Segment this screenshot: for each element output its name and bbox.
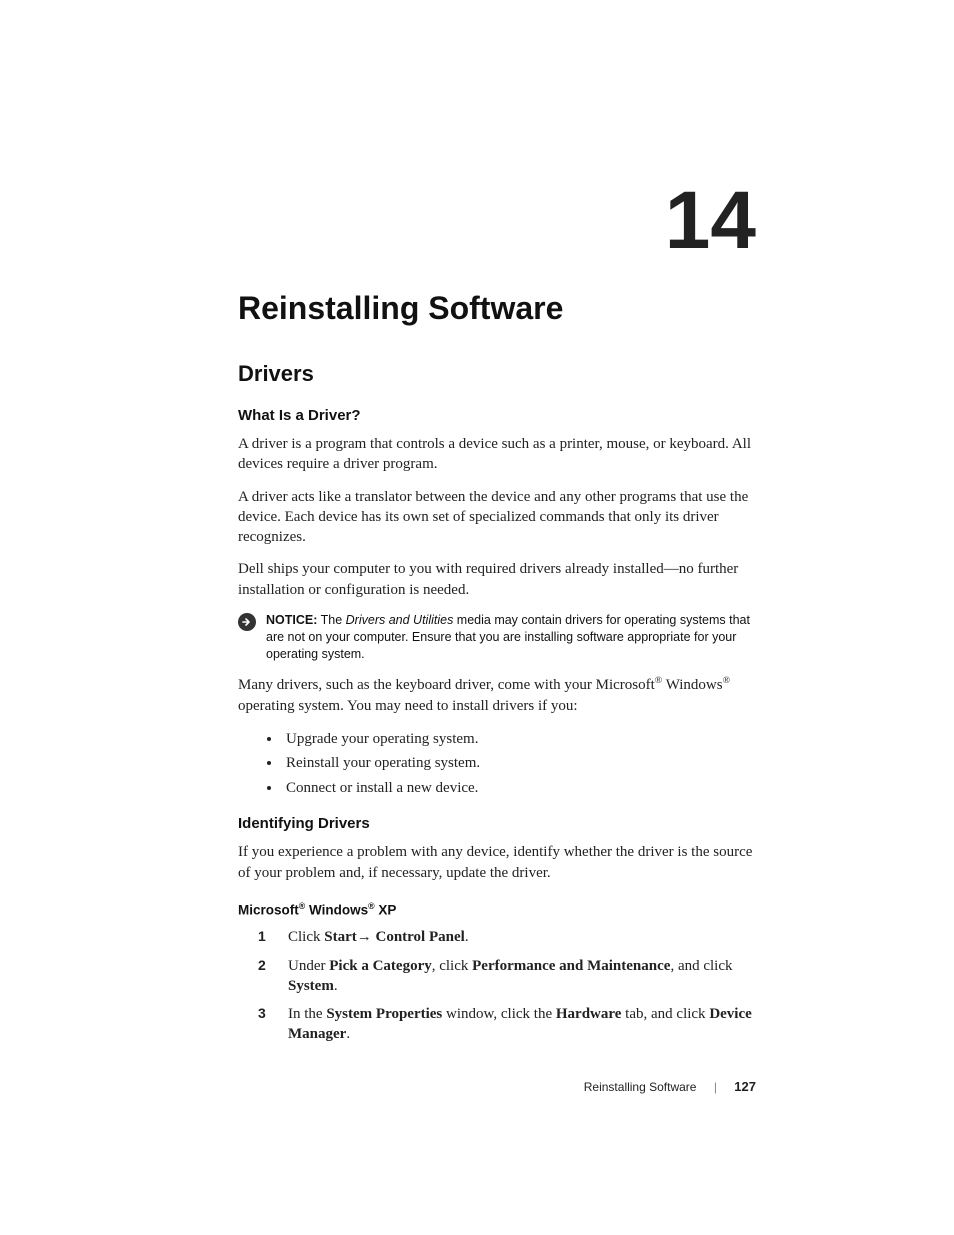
- ui-label: System Properties: [326, 1006, 442, 1022]
- text: XP: [375, 902, 397, 917]
- notice-text-pre: The: [317, 613, 345, 627]
- ui-label: Pick a Category: [329, 958, 431, 974]
- subsection-what-is-driver: What Is a Driver?: [238, 407, 756, 424]
- chapter-number: 14: [238, 180, 756, 262]
- notice-label: NOTICE:: [266, 613, 317, 627]
- text: .: [465, 929, 469, 945]
- step-item: In the System Properties window, click t…: [278, 1004, 756, 1045]
- ui-label: Performance and Maintenance: [472, 958, 670, 974]
- step-item: Under Pick a Category, click Performance…: [278, 956, 756, 997]
- page-footer: Reinstalling Software | 127: [238, 1079, 756, 1094]
- paragraph: A driver is a program that controls a de…: [238, 434, 756, 475]
- text: operating system. You may need to instal…: [238, 698, 578, 714]
- paragraph: Dell ships your computer to you with req…: [238, 559, 756, 600]
- arrow: →: [357, 929, 372, 945]
- text: Under: [288, 958, 329, 974]
- footer-section-name: Reinstalling Software: [584, 1080, 697, 1094]
- text: tab, and click: [621, 1006, 709, 1022]
- notice-text-italic: Drivers and Utilities: [346, 613, 454, 627]
- text: .: [334, 978, 338, 994]
- notice-block: NOTICE: The Drivers and Utilities media …: [238, 612, 756, 663]
- text: , click: [432, 958, 472, 974]
- text: .: [346, 1026, 350, 1042]
- os-heading-windows-xp: Microsoft® Windows® XP: [238, 901, 756, 918]
- text: window, click the: [442, 1006, 556, 1022]
- list-item: Reinstall your operating system.: [282, 752, 756, 775]
- ui-label: Hardware: [556, 1006, 622, 1022]
- list-item: Connect or install a new device.: [282, 777, 756, 800]
- text: Click: [288, 929, 324, 945]
- chapter-title: Reinstalling Software: [238, 290, 756, 327]
- bullet-list: Upgrade your operating system. Reinstall…: [238, 728, 756, 800]
- section-title-drivers: Drivers: [238, 361, 756, 387]
- step-item: Click Start→ Control Panel.: [278, 927, 756, 947]
- numbered-steps: Click Start→ Control Panel. Under Pick a…: [238, 927, 756, 1044]
- subsection-identifying-drivers: Identifying Drivers: [238, 815, 756, 832]
- paragraph: A driver acts like a translator between …: [238, 487, 756, 548]
- paragraph: Many drivers, such as the keyboard drive…: [238, 674, 756, 716]
- page-number: 127: [734, 1079, 756, 1094]
- paragraph: If you experience a problem with any dev…: [238, 842, 756, 883]
- text: Windows: [305, 902, 368, 917]
- text: Many drivers, such as the keyboard drive…: [238, 677, 655, 693]
- text: Microsoft: [238, 902, 299, 917]
- notice-arrow-icon: [238, 613, 256, 631]
- notice-text: NOTICE: The Drivers and Utilities media …: [266, 612, 756, 663]
- list-item: Upgrade your operating system.: [282, 728, 756, 751]
- text: Windows: [662, 677, 722, 693]
- footer-separator: |: [714, 1080, 717, 1094]
- text: , and click: [670, 958, 732, 974]
- text: In the: [288, 1006, 326, 1022]
- ui-label: System: [288, 978, 334, 994]
- registered-symbol: ®: [723, 675, 730, 686]
- ui-label: Start: [324, 929, 357, 945]
- ui-label: Control Panel: [372, 929, 465, 945]
